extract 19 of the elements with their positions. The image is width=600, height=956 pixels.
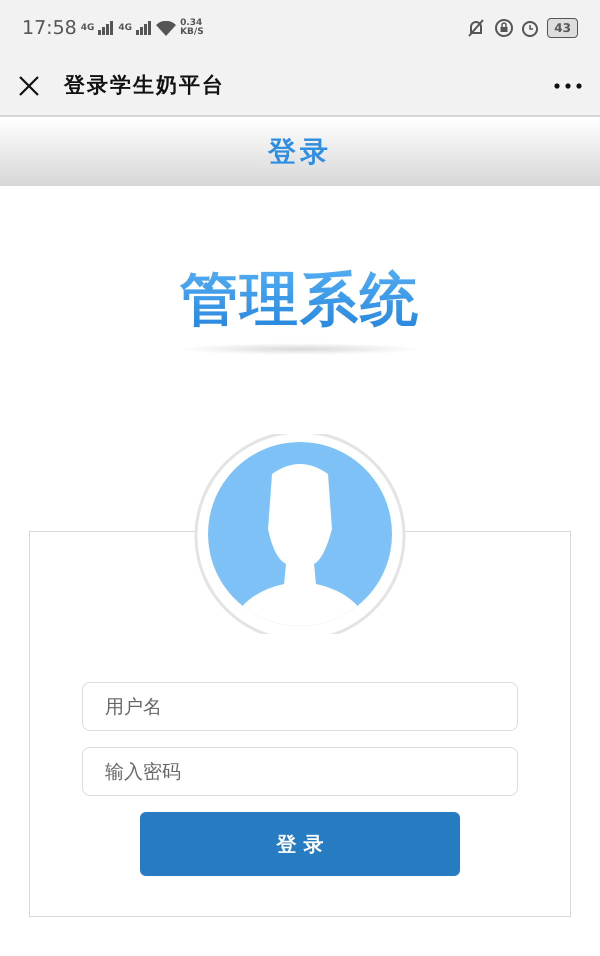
signal-icon <box>136 21 152 35</box>
close-icon <box>18 75 40 98</box>
login-button[interactable]: 登 录 <box>140 812 460 876</box>
speed-unit: KB/S <box>180 28 204 37</box>
signal-icon <box>98 21 114 35</box>
more-icon <box>554 83 582 90</box>
wifi-icon <box>156 20 176 36</box>
password-field[interactable]: 输入密码 <box>82 747 518 796</box>
header-title: 登录 <box>268 134 332 170</box>
network-type: 4G <box>80 24 94 32</box>
lock-icon <box>495 19 514 37</box>
network-type: 4G <box>118 24 132 32</box>
clock-time: 17:58 <box>22 16 77 41</box>
battery-level: 43 <box>547 18 578 38</box>
alarm-icon <box>521 19 540 37</box>
username-field[interactable]: 用户名 <box>82 682 518 731</box>
network-speed: 0.34 <box>180 19 202 28</box>
window-title: 登录学生奶平台 <box>64 72 225 99</box>
close-button[interactable] <box>18 74 40 98</box>
